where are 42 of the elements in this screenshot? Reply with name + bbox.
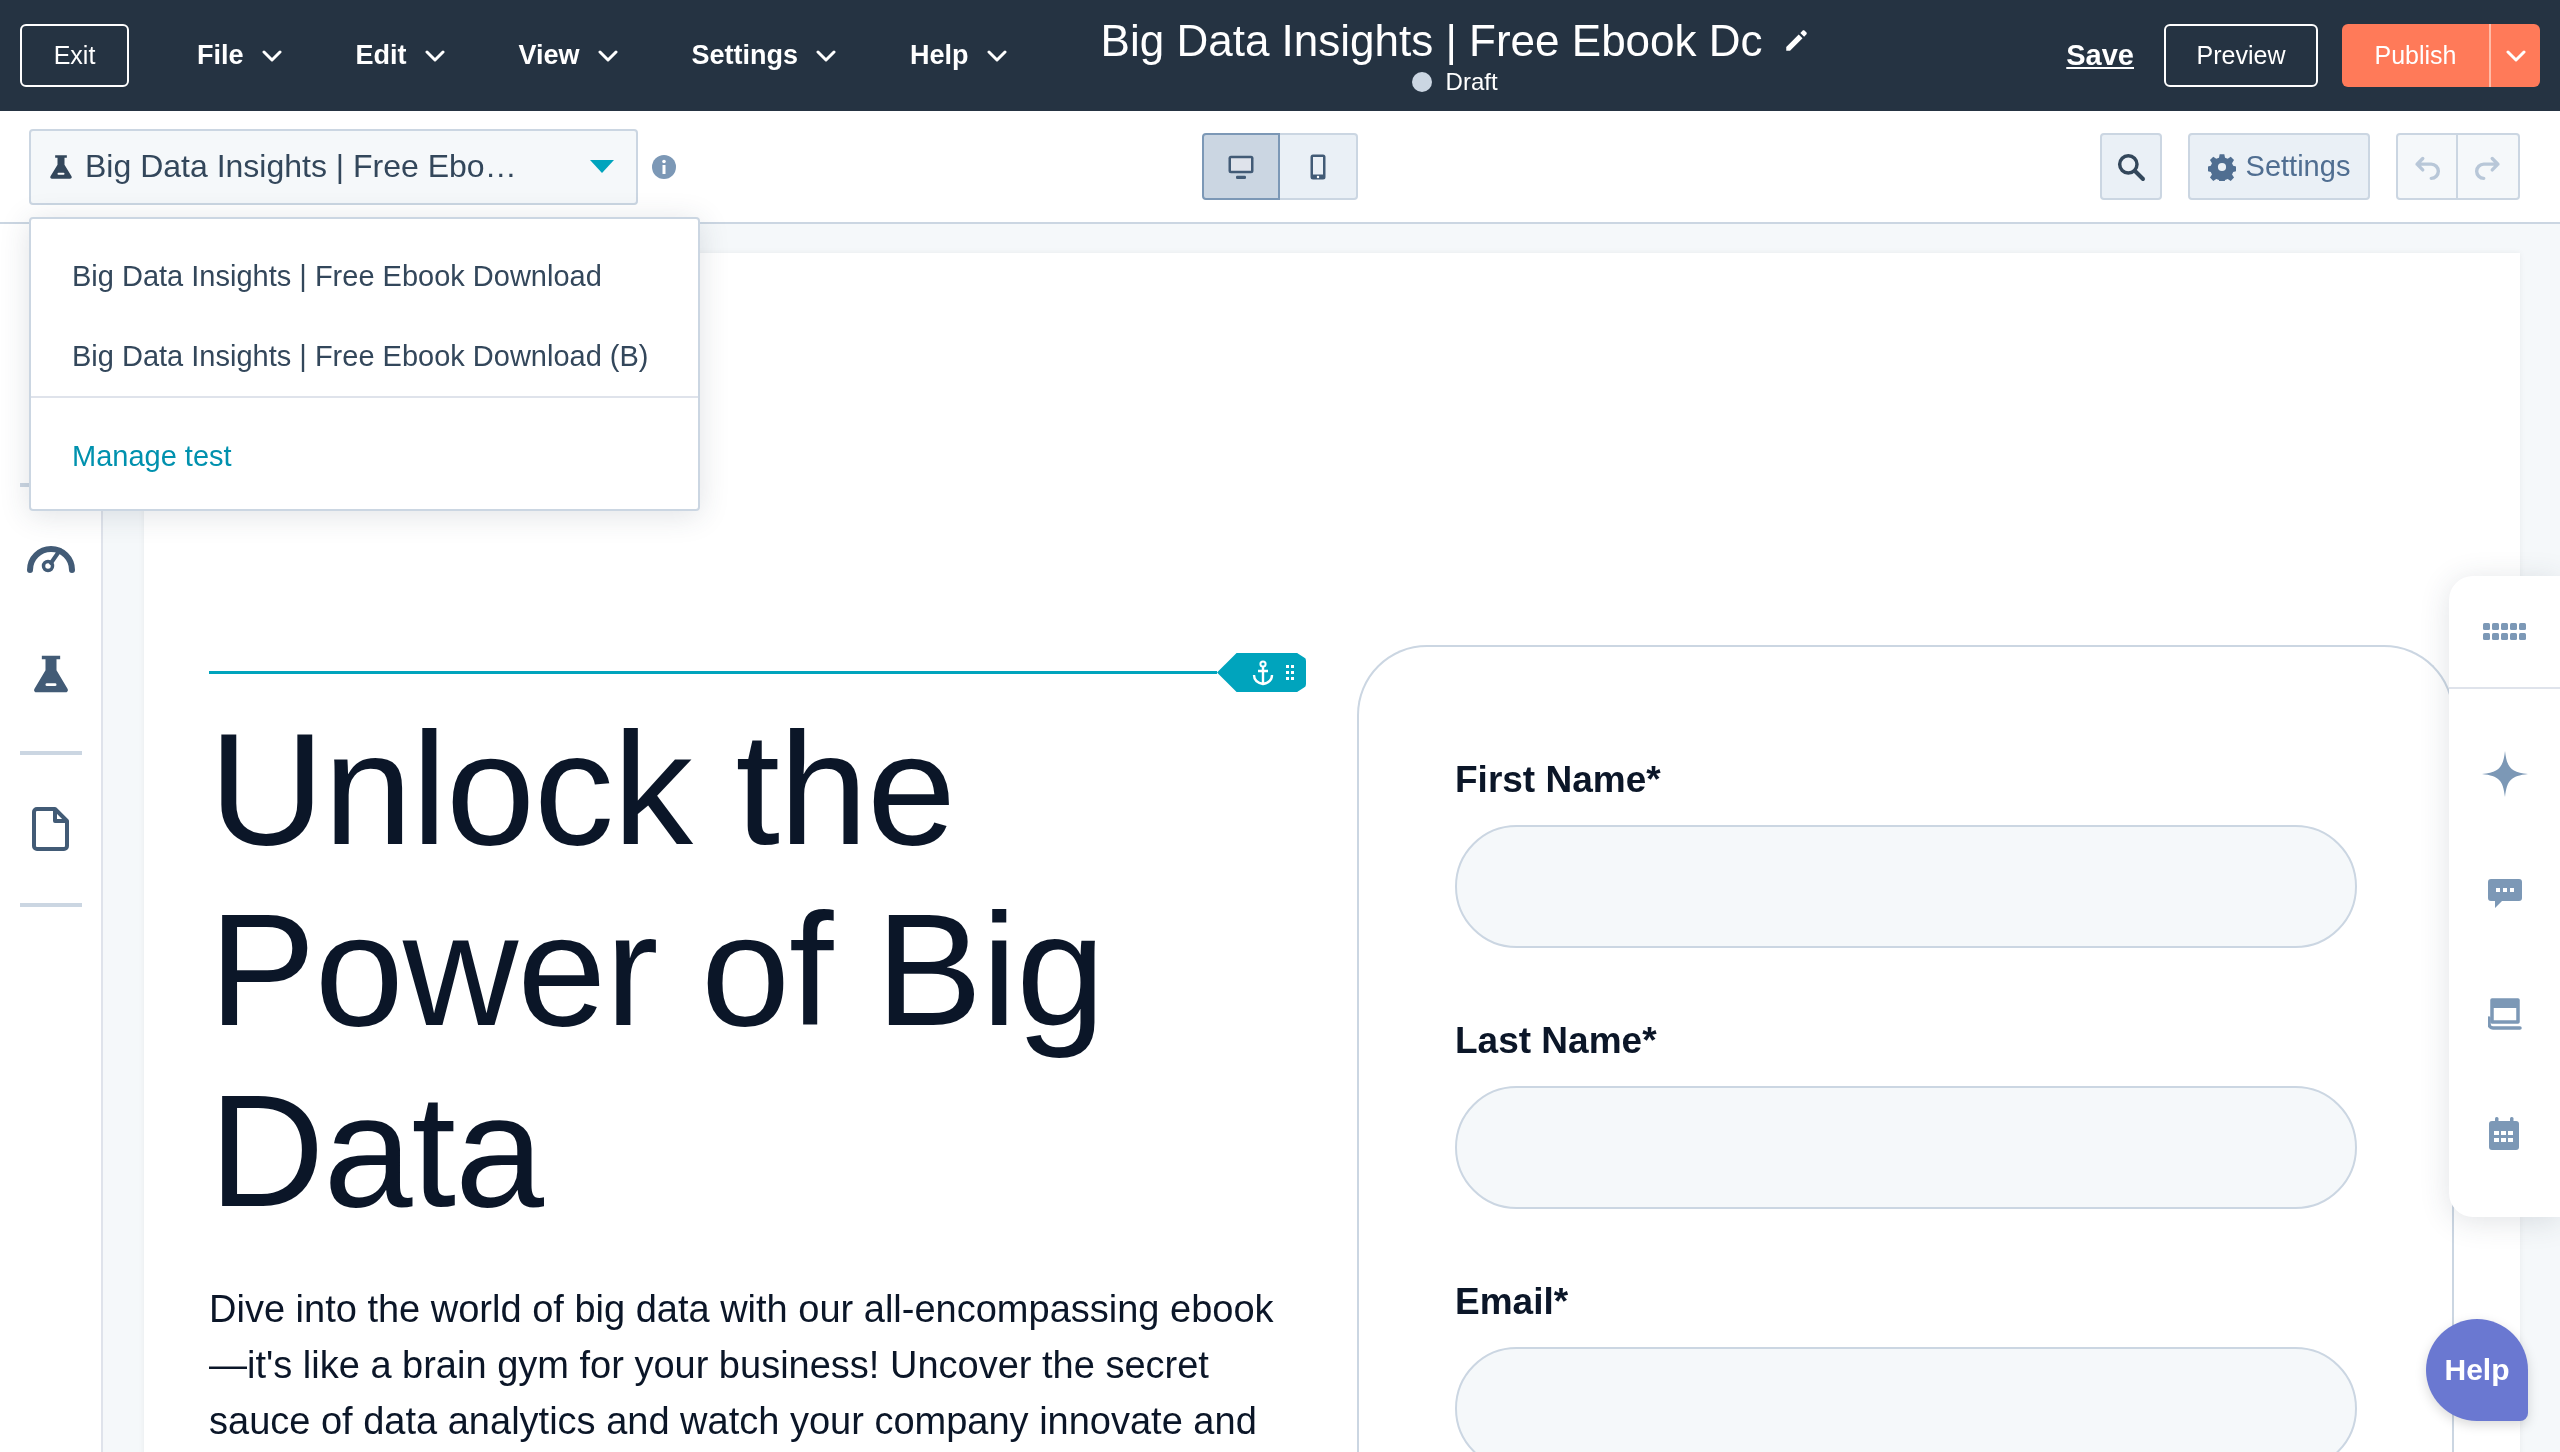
intro-paragraph: Dive into the world of big data with our all-encompassing ebook—it's like a brain gym for your business! Uncover the secret sauce of data analytics and watch your company innovate and bbox=[209, 1287, 1275, 1444]
grid-icon[interactable] bbox=[2482, 622, 2527, 641]
calendar-icon[interactable] bbox=[2488, 1117, 2521, 1151]
info-icon[interactable] bbox=[652, 154, 676, 179]
variant-select[interactable]: Big Data Insights | Free Ebo… bbox=[29, 128, 638, 205]
field-label: Last Name* bbox=[1455, 1020, 1658, 1062]
variant-option[interactable]: Big Data Insights | Free Ebook Download (B) bbox=[31, 316, 698, 396]
drag-handle-icon bbox=[1286, 664, 1294, 681]
exit-button[interactable]: Exit bbox=[20, 24, 129, 87]
chat-icon[interactable] bbox=[2487, 879, 2522, 909]
book-icon[interactable] bbox=[2487, 998, 2522, 1030]
save-link[interactable]: Save bbox=[2060, 38, 2140, 73]
chevron-down-icon bbox=[2505, 49, 2526, 62]
menu-button[interactable]: Edit bbox=[335, 40, 465, 71]
field-label: Email* bbox=[1455, 1281, 1570, 1323]
caret-icon bbox=[590, 159, 614, 174]
chevron-down-icon bbox=[261, 49, 282, 62]
page-title[interactable]: Big Data Insights | Free Ebook Dc bbox=[1100, 15, 1763, 66]
status-label: Draft bbox=[1445, 67, 1498, 96]
chevron-down-icon bbox=[986, 49, 1007, 62]
chevron-down-icon bbox=[597, 49, 618, 62]
field-label: First Name* bbox=[1455, 759, 1662, 801]
gear-icon bbox=[2207, 152, 2236, 181]
flask-icon bbox=[47, 152, 75, 181]
menu-button[interactable]: File bbox=[177, 40, 302, 71]
chevron-down-icon bbox=[816, 49, 837, 62]
anchor-icon bbox=[1252, 659, 1274, 686]
manage-test-link[interactable]: Manage test bbox=[31, 416, 698, 496]
menu-button[interactable]: View bbox=[498, 40, 638, 71]
search-button[interactable] bbox=[2100, 133, 2162, 200]
status-dot bbox=[1411, 71, 1432, 92]
anchor-tag[interactable] bbox=[1217, 653, 1306, 692]
mobile-view-button[interactable] bbox=[1280, 133, 1358, 200]
variant-option[interactable]: Big Data Insights | Free Ebook Download bbox=[31, 236, 698, 316]
file-icon[interactable] bbox=[30, 806, 71, 852]
chevron-down-icon bbox=[424, 49, 445, 62]
desktop-view-button[interactable] bbox=[1202, 133, 1280, 200]
menu-button[interactable]: Settings bbox=[671, 40, 857, 71]
menu-button[interactable]: Help bbox=[890, 40, 1027, 71]
settings-button[interactable]: Settings bbox=[2188, 133, 2370, 200]
preview-button[interactable]: Preview bbox=[2164, 24, 2318, 87]
hero-heading: Unlock the Power of Big Data bbox=[209, 698, 1106, 1241]
